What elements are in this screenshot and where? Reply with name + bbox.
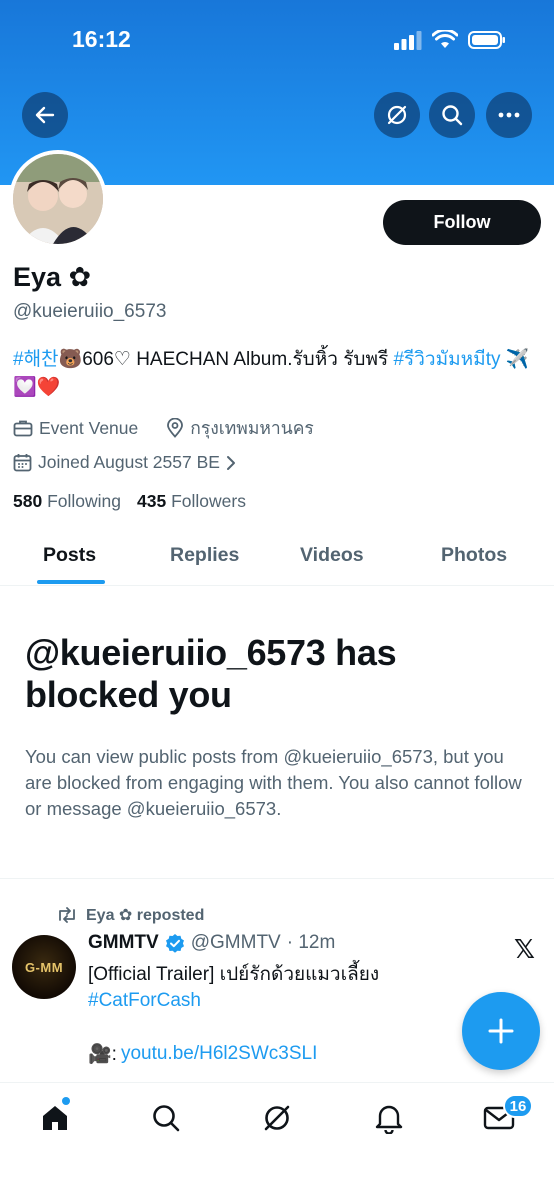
- post-time: · 12m: [286, 932, 336, 953]
- post-header: GMMTV @GMMTV · 12m: [88, 932, 335, 954]
- followers-link[interactable]: 435 Followers: [137, 491, 246, 512]
- status-icons: [394, 30, 506, 50]
- post-hashtag[interactable]: #CatForCash: [88, 988, 488, 1014]
- more-button[interactable]: [486, 92, 532, 138]
- arrow-left-icon: [35, 106, 55, 124]
- home-unread-dot: [62, 1097, 70, 1105]
- blocked-description: You can view public posts from @kueierui…: [25, 746, 522, 819]
- repost-icon: [59, 907, 75, 923]
- chevron-right-icon: [226, 455, 235, 470]
- x-logo-icon: 𝕏: [514, 934, 535, 964]
- bell-icon: [375, 1105, 403, 1134]
- following-label: Following: [47, 491, 122, 511]
- post-author-name[interactable]: GMMTV: [88, 932, 159, 954]
- profile-handle: @kueieruiio_6573: [13, 301, 167, 322]
- following-link[interactable]: 580 Following: [13, 491, 121, 512]
- repost-indicator: Eya ✿ reposted: [56, 905, 204, 925]
- bio-hashtag-haechan[interactable]: #해찬: [13, 349, 59, 370]
- profile-joined[interactable]: Joined August 2557 BE: [13, 452, 236, 473]
- blocked-title: @kueieruiio_6573 has blocked you: [25, 632, 397, 715]
- category-text: Event Venue: [39, 417, 139, 438]
- profile-tabs: Posts Replies Videos Photos: [0, 530, 554, 586]
- avatar-photo: [13, 154, 103, 244]
- messages-badge: 16: [503, 1094, 533, 1118]
- signal-icon: [394, 31, 422, 50]
- nav-grok[interactable]: [260, 1101, 294, 1135]
- post-text-line: [Official Trailer] เปย์รักด้วยแมวเลี้ยง: [88, 964, 380, 985]
- profile-category: Event Venue: [13, 418, 138, 439]
- section-divider: [0, 878, 554, 879]
- briefcase-icon: [13, 420, 33, 437]
- tab-photos[interactable]: Photos: [441, 544, 507, 567]
- search-button[interactable]: [429, 92, 475, 138]
- repost-text: Eya ✿ reposted: [86, 907, 205, 924]
- status-time: 16:12: [72, 26, 131, 52]
- more-icon: [498, 112, 520, 118]
- grok-icon: [264, 1105, 290, 1131]
- tab-posts[interactable]: Posts: [43, 544, 96, 567]
- home-icon: [43, 1106, 67, 1130]
- follow-stats: 580 Following 435 Followers: [13, 491, 246, 512]
- post-author-avatar[interactable]: G-MM: [12, 935, 76, 999]
- wifi-icon: [432, 30, 458, 48]
- location-text: กรุงเทพมหานคร: [190, 418, 314, 438]
- active-tab-indicator: [37, 580, 105, 584]
- tab-replies[interactable]: Replies: [170, 544, 239, 567]
- link-prefix: 🎥:: [88, 1044, 117, 1065]
- avatar-logo-text: G-MM: [24, 959, 64, 975]
- grok-button[interactable]: [374, 92, 420, 138]
- compose-button[interactable]: [462, 992, 540, 1070]
- search-icon: [442, 105, 463, 126]
- tab-videos[interactable]: Videos: [300, 544, 364, 567]
- display-name: Eya ✿: [13, 262, 92, 292]
- post-link[interactable]: youtu.be/H6l2SWc3SLI: [121, 1043, 317, 1065]
- location-pin-icon: [167, 418, 184, 438]
- followers-count: 435: [137, 491, 167, 511]
- profile-meta-row: Event Venue กรุงเทพมหานคร: [13, 414, 336, 442]
- verified-badge-icon: [165, 934, 184, 953]
- grok-icon: [387, 105, 407, 125]
- post-author-handle: @GMMTV: [190, 932, 281, 953]
- profile-bio: #해찬🐻606♡ HAECHAN Album.รับหิ้ว รับพรี #ร…: [13, 346, 533, 402]
- nav-search[interactable]: [149, 1101, 183, 1135]
- post-link-row: 🎥: youtu.be/H6l2SWc3SLI: [88, 1042, 317, 1066]
- calendar-icon: [13, 454, 32, 472]
- battery-icon: [468, 31, 505, 49]
- follow-button[interactable]: Follow: [383, 200, 541, 245]
- profile-avatar[interactable]: [9, 150, 107, 248]
- search-icon: [153, 1105, 180, 1132]
- post-text: [Official Trailer] เปย์รักด้วยแมวเลี้ยง …: [88, 962, 488, 1014]
- following-count: 580: [13, 491, 43, 511]
- plus-icon: [488, 1018, 514, 1044]
- nav-home[interactable]: [38, 1101, 72, 1135]
- profile-location: กรุงเทพมหานคร: [166, 414, 314, 442]
- bottom-nav: [0, 1082, 554, 1200]
- back-button[interactable]: [22, 92, 68, 138]
- bio-text: 🐻606♡ HAECHAN Album.รับหิ้ว รับพรี: [58, 349, 394, 370]
- bio-hashtag-review[interactable]: #รีวิวมัมหมีty: [393, 349, 500, 370]
- followers-label: Followers: [171, 491, 246, 511]
- status-bar: 16:12: [0, 0, 554, 84]
- nav-notifications[interactable]: [372, 1101, 406, 1135]
- joined-text: Joined August 2557 BE: [38, 452, 220, 472]
